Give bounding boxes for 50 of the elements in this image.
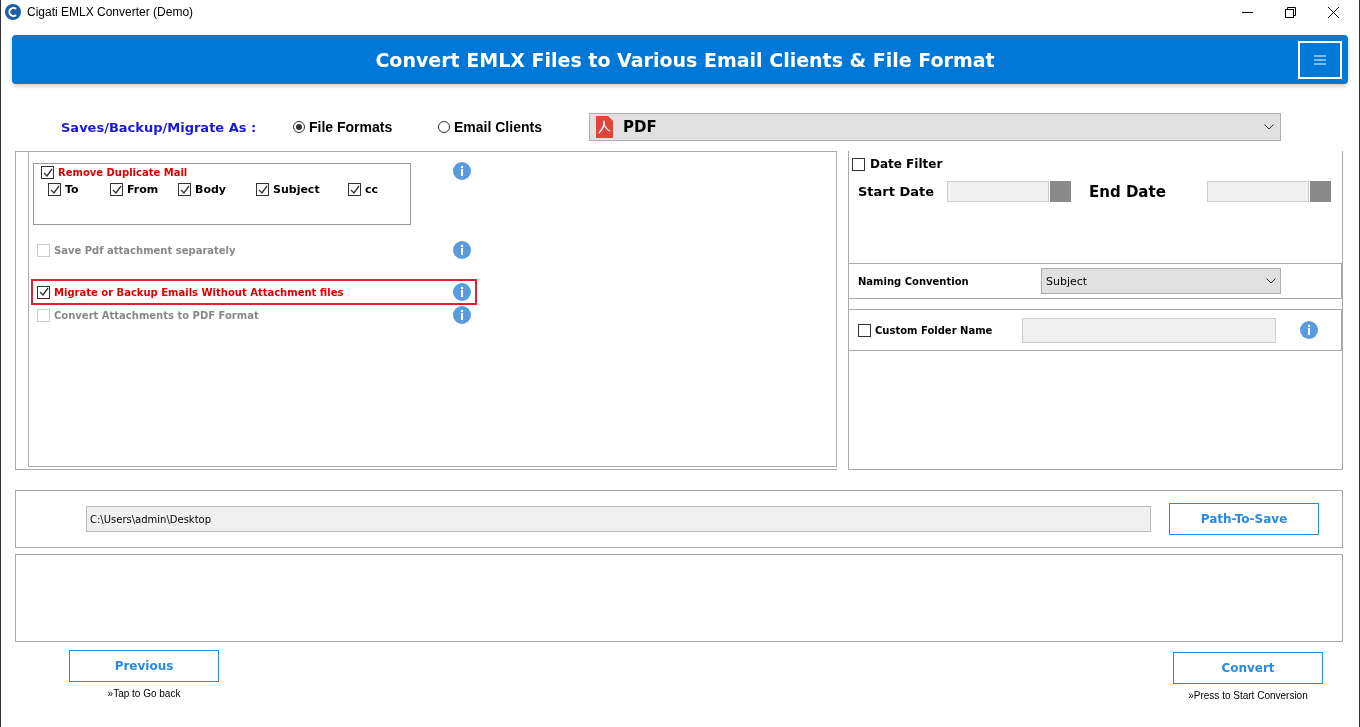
- format-radio[interactable]: Email Clients: [438, 119, 583, 135]
- window-title: Cigati EMLX Converter (Demo): [27, 5, 195, 19]
- close-icon[interactable]: [1328, 6, 1339, 18]
- menu-icon: [1314, 54, 1326, 65]
- checkbox[interactable]: [41, 166, 54, 179]
- path-field[interactable]: C:\Users\admin\Desktop: [86, 506, 1151, 532]
- end-date-label: End Date: [1089, 182, 1167, 201]
- checkbox[interactable]: [852, 157, 865, 171]
- info-icon[interactable]: [1300, 321, 1318, 339]
- naming-dropdown[interactable]: Subject: [1041, 268, 1281, 294]
- chevron-down-icon: [1264, 124, 1274, 130]
- start-date-label: Start Date: [858, 184, 936, 199]
- chevron-down-icon: [1266, 278, 1276, 284]
- option-label: Convert Attachments to PDF Format: [54, 309, 259, 321]
- naming-convention-label: Naming Convention: [858, 275, 970, 287]
- path-to-save-button[interactable]: Path-To-Save: [1169, 503, 1319, 535]
- checkbox[interactable]: [48, 183, 61, 196]
- save-as-label: Saves/Backup/Migrate As :: [61, 119, 258, 135]
- custom-folder-field[interactable]: [1022, 317, 1276, 343]
- option-label: Migrate or Backup Emails Without Attachment files: [54, 286, 344, 298]
- field-label: To: [65, 183, 79, 196]
- menu-button[interactable]: [1298, 40, 1342, 79]
- info-icon[interactable]: [453, 283, 471, 301]
- app-logo-icon: [5, 4, 21, 20]
- format-radio[interactable]: File Formats: [293, 119, 438, 135]
- remove-duplicate-label: Remove Duplicate Mail: [58, 167, 188, 178]
- checkbox[interactable]: [256, 183, 269, 196]
- checkbox[interactable]: [348, 183, 361, 196]
- format-dropdown[interactable]: PDF: [589, 113, 1281, 141]
- header-title: Convert EMLX Files to Various Email Clients & File Format: [374, 48, 996, 71]
- checkbox[interactable]: [178, 183, 191, 196]
- info-icon[interactable]: [453, 162, 471, 180]
- start-date-field[interactable]: [947, 181, 1049, 202]
- checkbox[interactable]: [858, 323, 871, 337]
- restore-icon[interactable]: [1285, 6, 1296, 18]
- convert-hint: »Press to Start Conversion: [1188, 690, 1308, 701]
- field-label: Subject: [273, 183, 320, 196]
- previous-hint: »Tap to Go back: [107, 688, 181, 699]
- field-label: cc: [365, 183, 379, 196]
- option-label: Save Pdf attachment separately: [54, 244, 236, 256]
- checkbox[interactable]: [110, 183, 123, 196]
- field-label: Body: [195, 183, 226, 196]
- convert-button[interactable]: Convert: [1173, 652, 1323, 684]
- checkbox[interactable]: [37, 285, 50, 299]
- date-filter-label: Date Filter: [870, 157, 943, 171]
- field-label: From: [127, 183, 159, 196]
- pdf-file-icon: [596, 116, 613, 138]
- end-date-field[interactable]: [1207, 181, 1309, 202]
- custom-folder-label: Custom Folder Name: [875, 324, 993, 336]
- previous-button[interactable]: Previous: [69, 650, 219, 682]
